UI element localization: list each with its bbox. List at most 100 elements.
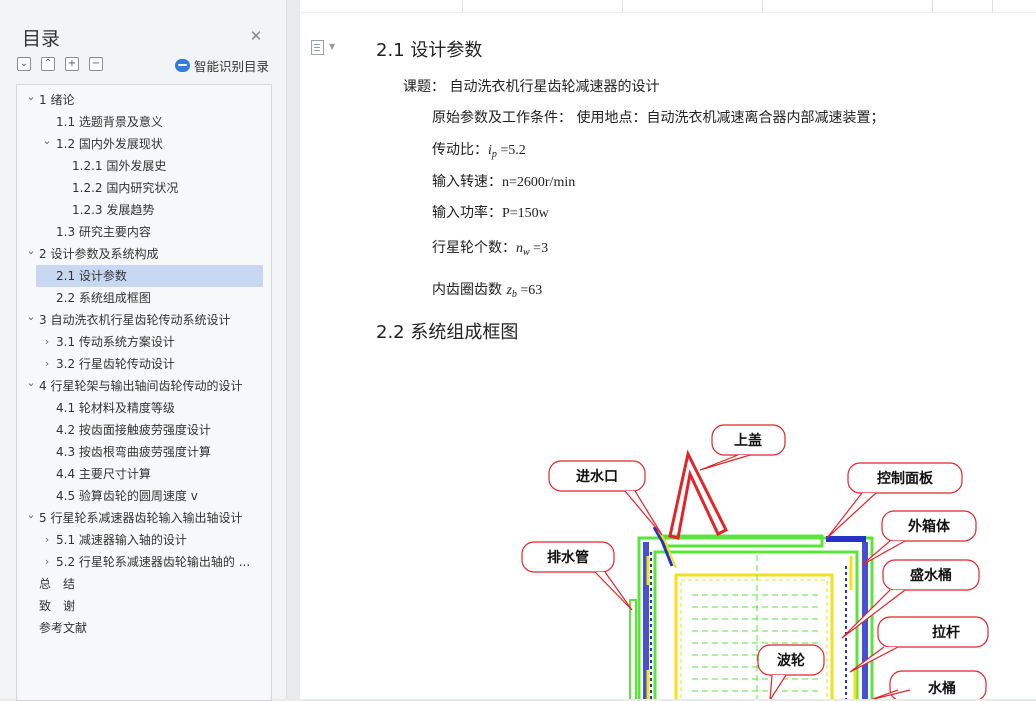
toc-item[interactable]: 总 结 xyxy=(17,573,269,595)
toc-item-label: 4.4 主要尺寸计算 xyxy=(56,467,151,481)
toc-item-label: 4.1 轮材料及精度等级 xyxy=(56,401,175,415)
toc-item[interactable]: ⌄ 1.2 国内外发展现状 xyxy=(17,133,269,155)
ruler-tick xyxy=(932,0,933,12)
paragraph-menu-icon[interactable] xyxy=(311,40,324,55)
toc-item-label: 4.2 按齿面接触疲劳强度设计 xyxy=(56,423,211,437)
power-label: 输入功率： xyxy=(432,205,502,221)
ratio-value: =5.2 xyxy=(496,143,526,158)
toc-item-label: 5.2 行星轮系减速器齿轮输出轴的 ... xyxy=(56,555,251,569)
chevron-right-icon[interactable]: › xyxy=(41,331,53,353)
toc-item-label: 1.2 国内外发展现状 xyxy=(56,137,163,151)
toc-item[interactable]: 2.2 系统组成框图 xyxy=(17,287,269,309)
toc-item-label: 1.3 研究主要内容 xyxy=(56,225,151,239)
toc-item[interactable]: 1.2.2 国内研究状况 xyxy=(17,177,269,199)
toc-item[interactable]: 1.2.1 国外发展史 xyxy=(17,155,269,177)
toc-item-label: 1.1 选题背景及意义 xyxy=(56,115,163,129)
toc-item-label: 3.2 行星齿轮传动设计 xyxy=(56,357,175,371)
chevron-down-icon[interactable]: ⌄ xyxy=(25,309,37,328)
toc-item[interactable]: 参考文献 xyxy=(17,617,269,639)
add-heading-icon[interactable]: + xyxy=(65,57,79,71)
toc-item-label: 1.2.1 国外发展史 xyxy=(72,159,167,173)
ring-line: 内齿圈齿数 zb =63 xyxy=(432,279,542,300)
collapse-all-icon[interactable]: ⌃ xyxy=(41,57,55,71)
remove-heading-icon[interactable]: − xyxy=(89,57,103,71)
ratio-line: 传动比：ip =5.2 xyxy=(432,139,526,160)
chevron-down-icon[interactable]: ⌄ xyxy=(25,89,37,108)
toc-item[interactable]: 4.5 验算齿轮的圆周速度 v xyxy=(17,485,269,507)
toc-item-label: 1.2.2 国内研究状况 xyxy=(72,181,179,195)
expand-all-icon[interactable]: ⌄ xyxy=(17,57,31,71)
planet-value: =3 xyxy=(529,241,549,256)
chevron-down-icon[interactable]: ⌄ xyxy=(25,375,37,394)
ring-value: =63 xyxy=(516,283,543,298)
smart-recognize-label: 智能识别目录 xyxy=(194,59,270,74)
ruler-tick xyxy=(462,0,463,12)
ring-label: 内齿圈齿数 xyxy=(432,282,507,298)
toc-item[interactable]: 2.1 设计参数 xyxy=(36,265,263,287)
ratio-label: 传动比： xyxy=(432,142,488,158)
chevron-right-icon[interactable]: › xyxy=(41,529,53,551)
chevron-down-icon[interactable]: ⌄ xyxy=(41,133,53,152)
speed-value: n=2600r/min xyxy=(502,175,576,190)
toc-title: 目录 xyxy=(22,28,61,50)
chevron-down-icon[interactable]: ⌄ xyxy=(25,243,37,262)
toc-item-label: 5 行星轮系减速器齿轮输入输出轴设计 xyxy=(39,511,243,525)
chevron-right-icon[interactable]: › xyxy=(41,551,53,573)
toc-item[interactable]: ⌄ 5 行星轮系减速器齿轮输入输出轴设计 xyxy=(17,507,269,529)
smart-recognize-icon xyxy=(175,59,190,72)
toc-list: ⌄ 1 绪论 1.1 选题背景及意义 ⌄ 1.2 国内外发展现状 1.2.1 国外发展史 1… xyxy=(16,84,272,701)
planet-label: 行星轮个数： xyxy=(432,240,516,256)
toc-item-label: 1 绪论 xyxy=(39,93,75,107)
toc-panel: 目录 ✕ ⌄ ⌃ + − 智能识别目录 ⌄ 1 绪论 1.1 选题背景及意义 ⌄ 1.2… xyxy=(0,0,287,701)
speed-line: 输入转速：n=2600r/min xyxy=(432,171,575,191)
toc-item[interactable]: 1.2.3 发展趋势 xyxy=(17,199,269,221)
heading-2-1: 2.1 设计参数 xyxy=(376,40,483,61)
toc-item-label: 4.5 验算齿轮的圆周速度 v xyxy=(56,489,198,503)
toc-item[interactable]: 1.3 研究主要内容 xyxy=(17,221,269,243)
planet-subscript: w xyxy=(523,247,530,258)
toc-item[interactable]: 4.3 按齿根弯曲疲劳强度计算 xyxy=(17,441,269,463)
toc-item[interactable]: 4.1 轮材料及精度等级 xyxy=(17,397,269,419)
planet-line: 行星轮个数：nw =3 xyxy=(432,237,548,258)
power-value: P=150w xyxy=(502,206,549,221)
top-ruler xyxy=(300,0,1036,13)
document-page xyxy=(300,0,1036,699)
toc-item-label: 4 行星轮架与输出轴间齿轮传动的设计 xyxy=(39,379,243,393)
toc-item-label: 3 自动洗衣机行星齿轮传动系统设计 xyxy=(39,313,231,327)
toc-item-label: 3.1 传动系统方案设计 xyxy=(56,335,175,349)
power-line: 输入功率：P=150w xyxy=(432,202,549,222)
toc-item[interactable]: ⌄ 2 设计参数及系统构成 xyxy=(17,243,269,265)
toc-item[interactable]: 致 谢 xyxy=(17,595,269,617)
close-icon[interactable]: ✕ xyxy=(248,28,264,44)
toc-item-label: 4.3 按齿根弯曲疲劳强度计算 xyxy=(56,445,211,459)
speed-label: 输入转速： xyxy=(432,174,502,190)
toc-item[interactable]: ⌄ 1 绪论 xyxy=(17,89,269,111)
ruler-tick xyxy=(622,0,623,12)
chevron-down-icon[interactable]: ⌄ xyxy=(25,507,37,526)
ruler-tick xyxy=(992,0,993,12)
toc-item[interactable]: › 3.1 传动系统方案设计 xyxy=(17,331,269,353)
conditions-line: 原始参数及工作条件： 使用地点：自动洗衣机减速离合器内部减速装置； xyxy=(432,110,885,126)
toc-item-label: 2.2 系统组成框图 xyxy=(56,291,151,305)
topic-line: 课题： 自动洗衣机行星齿轮减速器的设计 xyxy=(403,79,660,95)
toc-item[interactable]: 1.1 选题背景及意义 xyxy=(17,111,269,133)
ruler-tick xyxy=(762,0,763,12)
toc-item-label: 2.1 设计参数 xyxy=(56,269,127,283)
toc-item[interactable]: › 5.1 减速器输入轴的设计 xyxy=(17,529,269,551)
toc-item[interactable]: ⌄ 3 自动洗衣机行星齿轮传动系统设计 xyxy=(17,309,269,331)
toc-item-label: 2 设计参数及系统构成 xyxy=(39,247,159,261)
chevron-right-icon[interactable]: › xyxy=(41,353,53,375)
heading-2-2: 2.2 系统组成框图 xyxy=(376,322,519,343)
chevron-down-icon[interactable]: ▼ xyxy=(329,42,335,51)
toc-item[interactable]: 4.4 主要尺寸计算 xyxy=(17,463,269,485)
toc-item[interactable]: ⌄ 4 行星轮架与输出轴间齿轮传动的设计 xyxy=(17,375,269,397)
smart-recognize-button[interactable]: 智能识别目录 xyxy=(175,56,269,75)
toc-item-label: 5.1 减速器输入轴的设计 xyxy=(56,533,187,547)
toc-item-label: 参考文献 xyxy=(39,621,88,635)
toc-item[interactable]: › 3.2 行星齿轮传动设计 xyxy=(17,353,269,375)
toc-item-label: 致 谢 xyxy=(39,599,76,613)
toc-item-label: 总 结 xyxy=(39,577,76,591)
planet-symbol: n xyxy=(516,241,523,256)
toc-item[interactable]: › 5.2 行星轮系减速器齿轮输出轴的 ... xyxy=(17,551,269,573)
toc-item[interactable]: 4.2 按齿面接触疲劳强度设计 xyxy=(17,419,269,441)
